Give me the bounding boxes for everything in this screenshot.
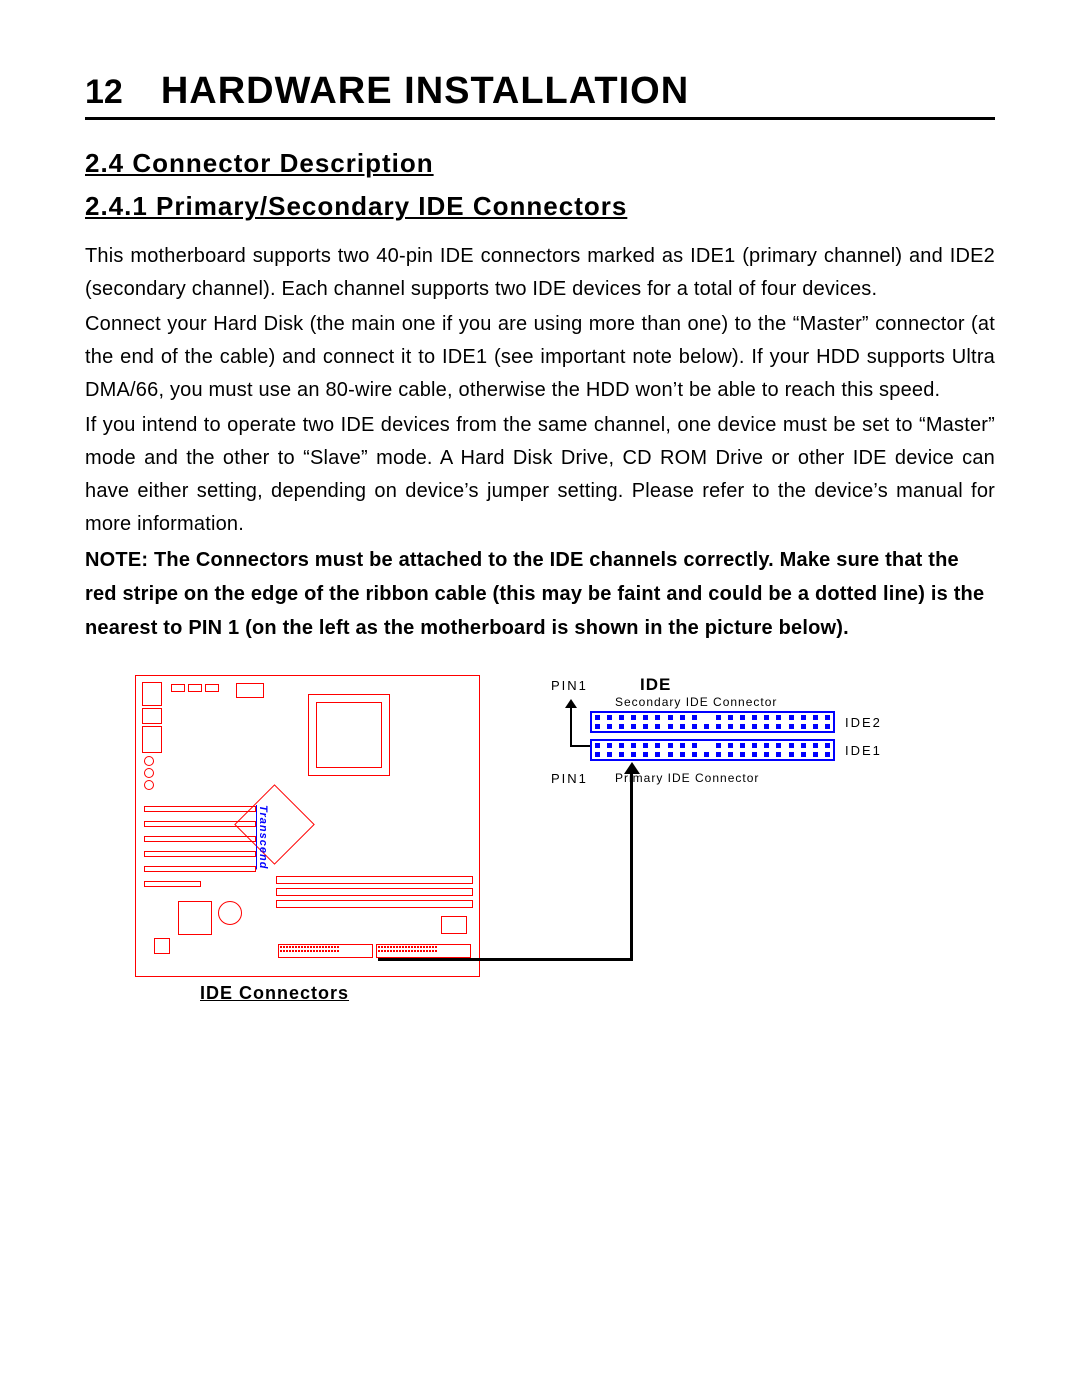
secondary-connector-label: Secondary IDE Connector: [615, 695, 777, 709]
expansion-slot: [144, 851, 256, 857]
io-port: [144, 780, 154, 790]
page-number: 12: [85, 73, 123, 112]
floppy-connector: [441, 916, 467, 934]
ide1-label: IDE1: [845, 743, 882, 758]
io-port: [142, 682, 162, 706]
expansion-slot: [144, 821, 256, 827]
ram-slot: [276, 876, 473, 884]
paragraph: If you intend to operate two IDE devices…: [85, 409, 995, 541]
power-connector: [236, 683, 264, 698]
paragraph: This motherboard supports two 40-pin IDE…: [85, 240, 995, 306]
callout-line: [570, 745, 590, 747]
callout-line: [630, 770, 633, 960]
ide-connector-onboard: [278, 944, 373, 958]
ide-connector-onboard: [376, 944, 471, 958]
ide1-connector-diagram: [590, 739, 835, 761]
section-heading: 2.4 Connector Description: [85, 148, 995, 179]
note-paragraph: NOTE: The Connectors must be attached to…: [85, 543, 995, 645]
expansion-slot: [144, 836, 256, 842]
callout-line: [570, 705, 572, 745]
header-pins: [188, 684, 202, 692]
note-prefix: NOTE:: [85, 549, 154, 571]
pin1-label: PIN1: [551, 771, 588, 786]
brand-label: Transcend: [257, 805, 269, 869]
page-header: 12 HARDWARE INSTALLATION: [85, 70, 995, 120]
chipset: [178, 901, 212, 935]
arrow-icon: [565, 699, 577, 708]
callout-line: [378, 958, 633, 961]
expansion-slot: [144, 806, 256, 812]
header-pins: [171, 684, 185, 692]
ram-slot: [276, 900, 473, 908]
pin1-label: PIN1: [551, 678, 588, 693]
cpu-socket-inner: [316, 702, 382, 768]
ram-slot: [276, 888, 473, 896]
ide2-label: IDE2: [845, 715, 882, 730]
paragraph: Connect your Hard Disk (the main one if …: [85, 308, 995, 407]
chapter-title: HARDWARE INSTALLATION: [161, 70, 689, 113]
diagram-caption: IDE Connectors: [200, 983, 349, 1004]
io-port: [144, 756, 154, 766]
diagram: Transcend IDE PIN1 Secondary IDE Connect…: [85, 675, 995, 1015]
io-port: [142, 726, 162, 753]
expansion-slot: [144, 866, 256, 872]
ide2-connector-diagram: [590, 711, 835, 733]
motherboard-outline: [135, 675, 480, 977]
io-port: [142, 708, 162, 724]
battery: [218, 901, 242, 925]
header-pins: [205, 684, 219, 692]
subsection-heading: 2.4.1 Primary/Secondary IDE Connectors: [85, 191, 995, 222]
note-text: The Connectors must be attached to the I…: [85, 549, 984, 639]
expansion-slot: [144, 881, 201, 887]
chip: [154, 938, 170, 954]
ide-heading: IDE: [640, 675, 671, 695]
primary-connector-label: Primary IDE Connector: [615, 771, 759, 785]
document-page: 12 HARDWARE INSTALLATION 2.4 Connector D…: [0, 0, 1080, 1397]
io-port: [144, 768, 154, 778]
